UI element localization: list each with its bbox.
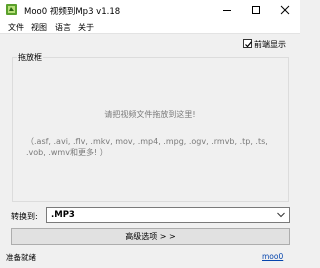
advanced-options-button[interactable]: 高级选项 > >	[11, 228, 290, 245]
menu-bar: 文件 视图 语言 关于	[0, 20, 300, 34]
drop-hint-text: 请把视频文件拖放到这里!	[104, 110, 196, 119]
app-icon	[6, 4, 17, 15]
window-title: Moo0 视频到Mp3 v1.18	[24, 7, 121, 17]
output-format-select[interactable]: .MP3	[46, 207, 290, 223]
menu-about[interactable]: 关于	[78, 22, 94, 33]
close-icon	[280, 5, 290, 15]
maximize-button[interactable]	[241, 0, 271, 20]
title-bar[interactable]: Moo0 视频到Mp3 v1.18	[0, 0, 300, 20]
close-button[interactable]	[270, 0, 300, 20]
drop-area[interactable]	[12, 57, 289, 202]
chevron-down-icon	[277, 212, 285, 218]
minimize-icon	[223, 10, 231, 11]
minimize-button[interactable]	[212, 0, 242, 20]
menu-language[interactable]: 语言	[55, 22, 71, 33]
checkmark-icon	[245, 41, 252, 48]
convert-to-label: 转换到:	[11, 212, 38, 221]
front-display-checkbox[interactable]	[243, 39, 252, 48]
drop-area-label: 拖放框	[17, 52, 43, 63]
moo0-link[interactable]: moo0	[262, 252, 283, 261]
menu-view[interactable]: 视图	[31, 22, 47, 33]
supported-formats-text: （.asf, .avi, .flv, .mkv, mov, .mp4, .mpg…	[26, 137, 268, 157]
selected-format: .MP3	[51, 210, 75, 220]
menu-file[interactable]: 文件	[8, 22, 24, 33]
status-text: 准备就绪	[6, 253, 36, 262]
front-display-label[interactable]: 前端显示	[254, 39, 286, 50]
maximize-icon	[252, 6, 260, 14]
